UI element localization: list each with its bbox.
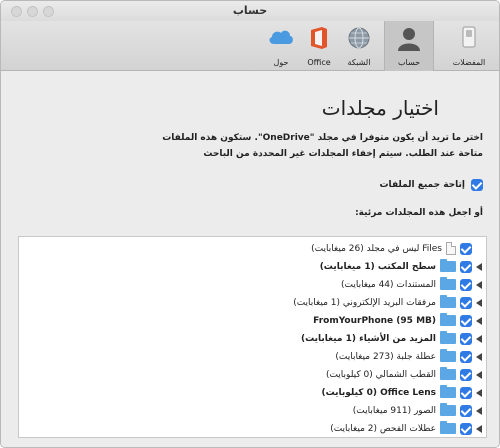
expand-arrow-icon[interactable] [476, 334, 482, 343]
folder-label: FromYourPhone (95 MB) [313, 315, 436, 326]
folder-row-north-pole[interactable]: القطب الشمالي (0 كيلوبايت) [19, 365, 486, 384]
folder-icon [440, 385, 456, 398]
folder-label: المستندات (44 ميغابايت) [340, 279, 436, 290]
folder-label: Files ليس في مجلد (26 ميغابايت) [311, 243, 442, 254]
folder-checkbox[interactable] [460, 350, 472, 363]
make-all-files-available[interactable]: إتاحة جميع الملفات [380, 179, 483, 191]
expand-arrow-icon[interactable] [476, 370, 482, 379]
select-all-label: إتاحة جميع الملفات [379, 180, 465, 190]
expand-arrow-icon[interactable] [476, 262, 482, 271]
folder-row-exam-holidays[interactable]: عطلات الفحص (2 ميغابايت) [19, 419, 486, 438]
folder-row-pictures[interactable]: الصور (911 ميغابايت) [19, 401, 486, 420]
folder-icon [440, 331, 456, 344]
tab-network[interactable]: الشبكة [337, 21, 381, 71]
folder-icon [440, 403, 456, 416]
expand-arrow-icon[interactable] [476, 316, 482, 325]
folder-label: المزيد من الأشياء (1 ميغابايت) [300, 333, 436, 344]
folder-label: الصور (911 ميغابايت) [352, 405, 436, 416]
folder-row-root-files[interactable]: Files ليس في مجلد (26 ميغابايت) [19, 239, 486, 258]
title-bar: حساب [1, 1, 499, 21]
folder-checkbox[interactable] [460, 404, 472, 417]
window-title: حساب [232, 4, 268, 17]
folder-checkbox[interactable] [460, 296, 472, 309]
folder-checkbox[interactable] [460, 386, 472, 399]
folder-icon [440, 349, 456, 362]
expand-arrow-icon[interactable] [476, 424, 482, 433]
tab-network-label: الشبكة [347, 58, 371, 67]
account-panel: اختيار مجلدات اختر ما تريد أن يكون متوفر… [1, 72, 499, 447]
folder-label: Office Lens (0 كيلوبايت) [321, 387, 436, 398]
cloud-icon [267, 26, 295, 50]
folder-checkbox[interactable] [460, 278, 472, 291]
description-line-1: اختر ما تريد أن يكون متوفرا في مجلد "One… [162, 133, 483, 143]
office-icon [309, 26, 329, 54]
tab-office[interactable]: Office [301, 21, 337, 71]
toolbar: المفضلات حساب الشبكة Office حول [1, 21, 499, 71]
folder-row-fromyourphone[interactable]: FromYourPhone (95 MB) [19, 311, 486, 330]
expand-arrow-icon[interactable] [476, 388, 482, 397]
page-title: اختيار مجلدات [321, 96, 439, 120]
expand-arrow-icon[interactable] [476, 352, 482, 361]
folder-row-email-attachments[interactable]: مرفقات البريد الإلكتروني (1 ميغابايت) [19, 293, 486, 312]
folder-checkbox[interactable] [460, 332, 472, 345]
folder-row-office-lens[interactable]: Office Lens (0 كيلوبايت) [19, 383, 486, 402]
folder-icon [440, 367, 456, 380]
switch-icon [462, 26, 476, 52]
tab-preferences-label: المفضلات [452, 58, 486, 67]
folder-list-caption: أو اجعل هذه المجلدات مرئية: [355, 208, 483, 218]
tab-office-label: Office [307, 58, 331, 67]
tab-about[interactable]: حول [263, 21, 299, 71]
folder-checkbox[interactable] [460, 260, 472, 273]
globe-icon [347, 26, 371, 54]
folder-row-documents[interactable]: المستندات (44 ميغابايت) [19, 275, 486, 294]
folder-label: مرفقات البريد الإلكتروني (1 ميغابايت) [293, 297, 436, 308]
tab-preferences[interactable]: المفضلات [441, 21, 497, 71]
tab-account-label: حساب [397, 58, 421, 67]
expand-arrow-icon[interactable] [476, 280, 482, 289]
file-icon [446, 242, 456, 255]
folder-icon [440, 259, 456, 272]
folder-row-desktop[interactable]: سطح المكتب (1 ميغابايت) [19, 257, 486, 276]
expand-arrow-icon[interactable] [476, 406, 482, 415]
folder-checkbox[interactable] [460, 314, 472, 327]
tab-account[interactable]: حساب [384, 21, 434, 71]
folder-label: القطب الشمالي (0 كيلوبايت) [325, 369, 436, 380]
folder-icon [440, 421, 456, 434]
folder-icon [440, 313, 456, 326]
folder-row-more-stuff[interactable]: المزيد من الأشياء (1 ميغابايت) [19, 329, 486, 348]
preferences-window: حساب المفضلات حساب الشبكة Office حول اخت… [0, 0, 500, 448]
description: اختر ما تريد أن يكون متوفرا في مجلد "One… [13, 130, 483, 162]
folder-checkbox[interactable] [460, 368, 472, 381]
folder-checkbox[interactable] [460, 242, 472, 255]
folder-label: عطلات الفحص (2 ميغابايت) [330, 423, 436, 434]
tab-about-label: حول [273, 58, 289, 67]
description-line-2: متاحة عند الطلب. سيتم إخفاء المجلدات غير… [203, 149, 483, 159]
folder-checkbox[interactable] [460, 422, 472, 435]
person-icon [396, 26, 422, 56]
select-all-checkbox[interactable] [471, 179, 483, 191]
folder-label: عطلة جلبة (273 ميغابايت) [335, 351, 436, 362]
folder-label: سطح المكتب (1 ميغابايت) [319, 261, 436, 272]
expand-arrow-icon[interactable] [476, 298, 482, 307]
folder-icon [440, 295, 456, 308]
folder-row-vacation[interactable]: عطلة جلبة (273 ميغابايت) [19, 347, 486, 366]
folder-icon [440, 277, 456, 290]
folder-list[interactable]: Files ليس في مجلد (26 ميغابايت) سطح المك… [18, 236, 487, 438]
